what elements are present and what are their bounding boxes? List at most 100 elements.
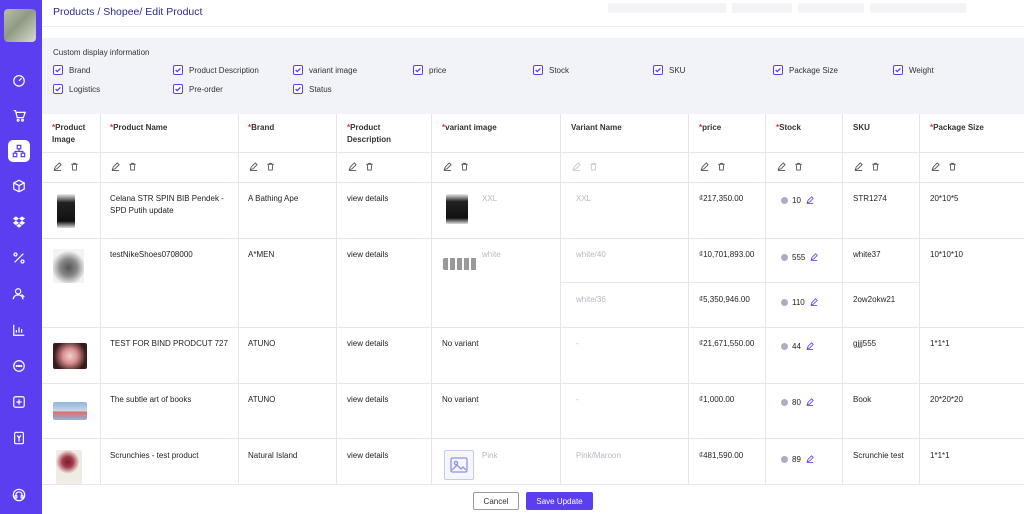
delete-trash-icon[interactable]	[460, 162, 469, 171]
edit-stock-icon[interactable]	[810, 253, 819, 261]
users-icon[interactable]	[8, 283, 30, 305]
save-update-button[interactable]: Save Update	[526, 492, 593, 510]
column-tools-sku	[854, 162, 880, 171]
stock-value: 555	[792, 253, 806, 262]
edit-stock-icon[interactable]	[806, 196, 814, 204]
package-size: 20*10*5	[930, 194, 959, 203]
product-thumbnail	[57, 194, 75, 228]
checkbox-checked-icon[interactable]	[173, 84, 183, 94]
column-divider	[560, 114, 561, 484]
cancel-button[interactable]: Cancel	[473, 492, 519, 510]
row-divider	[42, 182, 1024, 183]
checkbox-checked-icon[interactable]	[293, 84, 303, 94]
view-details-link[interactable]: view details	[347, 338, 427, 350]
column-header-product-description: *Product Description	[347, 123, 392, 144]
delete-trash-icon[interactable]	[794, 162, 803, 171]
edit-pencil-icon[interactable]	[854, 162, 863, 171]
variant-image-label: No variant	[442, 339, 479, 348]
option-status[interactable]: Status	[293, 84, 332, 94]
row-divider	[42, 438, 1024, 439]
view-details-link[interactable]: view details	[347, 249, 427, 261]
sku: STR1274	[853, 194, 887, 203]
header-placeholder	[608, 3, 726, 13]
shopping-cart-icon[interactable]	[8, 104, 30, 126]
variant-name: -	[576, 339, 579, 348]
stock-status-icon	[781, 456, 788, 463]
option-package-size[interactable]: Package Size	[773, 65, 838, 75]
checkbox-checked-icon[interactable]	[653, 65, 663, 75]
edit-stock-icon[interactable]	[806, 455, 814, 463]
option-pre-order[interactable]: Pre-order	[173, 84, 223, 94]
delete-trash-icon[interactable]	[70, 162, 79, 171]
delete-trash-icon[interactable]	[365, 162, 374, 171]
stock-value: 110	[792, 298, 805, 307]
checkbox-checked-icon[interactable]	[773, 65, 783, 75]
row-divider	[42, 383, 1024, 384]
option-stock[interactable]: Stock	[533, 65, 569, 75]
edit-pencil-icon[interactable]	[700, 162, 709, 171]
edit-pencil-icon[interactable]	[111, 162, 120, 171]
checkbox-checked-icon[interactable]	[533, 65, 543, 75]
dropbox-icon[interactable]	[8, 211, 30, 233]
variant-image-label: XXL	[482, 194, 498, 203]
price: ₫217,350.00	[699, 194, 744, 203]
stock-status-icon	[781, 399, 788, 406]
edit-pencil-icon[interactable]	[931, 162, 940, 171]
delete-trash-icon[interactable]	[266, 162, 275, 171]
delete-trash-icon[interactable]	[128, 162, 137, 171]
checkbox-checked-icon[interactable]	[173, 65, 183, 75]
column-divider	[765, 114, 766, 484]
hierarchy-icon[interactable]	[8, 140, 30, 162]
plus-square-icon[interactable]	[8, 391, 30, 413]
delete-trash-icon[interactable]	[948, 162, 957, 171]
support-headset-icon[interactable]	[8, 484, 30, 506]
column-divider	[919, 114, 920, 484]
dashboard-icon[interactable]	[8, 69, 30, 91]
edit-pencil-icon[interactable]	[249, 162, 258, 171]
edit-stock-icon[interactable]	[810, 298, 818, 306]
option-variant-image[interactable]: variant image	[293, 65, 357, 75]
edit-pencil-icon	[572, 162, 581, 171]
checkbox-checked-icon[interactable]	[53, 84, 63, 94]
price: ₫10,701,893.00	[699, 250, 755, 259]
checkbox-checked-icon[interactable]	[293, 65, 303, 75]
chat-icon[interactable]	[8, 355, 30, 377]
percent-icon[interactable]	[8, 247, 30, 269]
checkbox-checked-icon[interactable]	[893, 65, 903, 75]
edit-pencil-icon[interactable]	[348, 162, 357, 171]
stock-status-icon	[781, 299, 788, 306]
delete-trash-icon[interactable]	[717, 162, 726, 171]
option-weight[interactable]: Weight	[893, 65, 934, 75]
breadcrumb[interactable]: Products / Shopee/ Edit Product	[53, 6, 202, 18]
option-product-description[interactable]: Product Description	[173, 65, 259, 75]
package-size: 1*1*1	[930, 339, 950, 348]
edit-stock-icon[interactable]	[806, 398, 814, 406]
product-thumbnail	[56, 450, 82, 484]
bar-chart-icon[interactable]	[8, 319, 30, 341]
checkbox-checked-icon[interactable]	[413, 65, 423, 75]
edit-pencil-icon[interactable]	[777, 162, 786, 171]
product-name: Celana STR SPIN BIB Pendek - SPD Putih u…	[110, 194, 224, 215]
box-icon[interactable]	[8, 175, 30, 197]
column-tools-variant-image	[443, 162, 469, 171]
checkbox-checked-icon[interactable]	[53, 65, 63, 75]
option-sku[interactable]: SKU	[653, 65, 685, 75]
view-details-link[interactable]: view details	[347, 450, 427, 462]
column-header-price: *price	[699, 123, 722, 132]
store-logo[interactable]	[4, 9, 36, 42]
variant-image-label: No variant	[442, 395, 479, 404]
option-label: price	[429, 65, 447, 75]
edit-pencil-icon[interactable]	[443, 162, 452, 171]
view-details-link[interactable]: view details	[347, 193, 427, 205]
delete-trash-icon[interactable]	[871, 162, 880, 171]
option-price[interactable]: price	[413, 65, 446, 75]
option-logistics[interactable]: Logistics	[53, 84, 100, 94]
column-tools-product-name	[111, 162, 137, 171]
option-brand[interactable]: Brand	[53, 65, 90, 75]
edit-stock-icon[interactable]	[806, 342, 814, 350]
voucher-icon[interactable]	[8, 427, 30, 449]
view-details-link[interactable]: view details	[347, 394, 427, 406]
option-label: Weight	[909, 65, 934, 75]
top-bar: Products / Shopee/ Edit Product	[42, 0, 1024, 27]
edit-pencil-icon[interactable]	[53, 162, 62, 171]
